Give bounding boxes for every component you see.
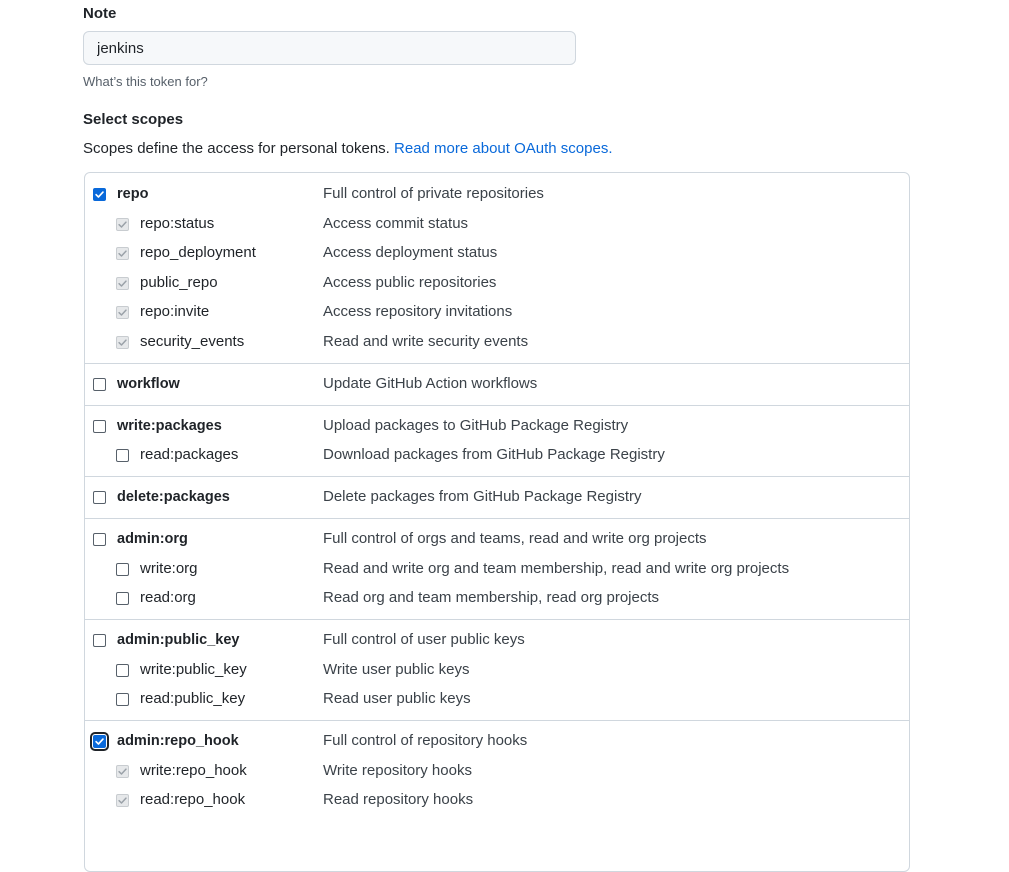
scope-description: Download packages from GitHub Package Re… (323, 446, 665, 463)
scope-name[interactable]: repo (117, 184, 148, 204)
scope-name[interactable]: write:public_key (140, 660, 247, 680)
scope-checkbox[interactable] (93, 188, 106, 201)
scopes-heading: Select scopes (83, 111, 184, 128)
scope-name[interactable]: delete:packages (117, 487, 230, 507)
scope-name[interactable]: workflow (117, 374, 180, 394)
sub-scope-row: write:org Read and write org and team mem… (85, 559, 909, 579)
scope-description: Read org and team membership, read org p… (323, 589, 660, 606)
scope-description: Write repository hooks (323, 761, 472, 779)
scope-description: Upload packages to GitHub Package Regist… (323, 416, 629, 434)
sub-scope-row: read:repo_hook Read repository hooks (85, 790, 909, 810)
scope-name[interactable]: public_repo (140, 273, 218, 293)
sub-scope-row: read:public_key Read user public keys (85, 689, 909, 709)
scope-checkbox (116, 276, 129, 290)
scope-description: Read and write security events (323, 332, 529, 350)
scope-checkbox[interactable] (93, 377, 106, 391)
scope-checkbox[interactable] (116, 693, 129, 706)
scope-description: Delete packages from GitHub Package Regi… (323, 488, 642, 505)
scope-group-divider (85, 518, 909, 519)
sub-scope-row: write:public_key Write user public keys (85, 660, 909, 680)
scope-group-divider (85, 619, 909, 620)
note-label: Note (83, 5, 117, 22)
scope-checkbox (116, 217, 129, 231)
scope-checkbox[interactable] (116, 562, 129, 576)
scope-checkbox (116, 794, 129, 807)
scope-row: delete:packages Delete packages from GitH… (85, 487, 909, 507)
scope-row: admin:repo_hook Full control of repositor… (85, 731, 909, 751)
scope-description: Update GitHub Action workflows (323, 374, 538, 392)
scope-group-divider (85, 476, 909, 477)
scopes-description-text: Scopes define the access for personal to… (83, 140, 390, 157)
scope-name[interactable]: read:public_key (140, 689, 245, 709)
scope-name[interactable]: read:packages (140, 445, 238, 465)
scope-row: admin:org Full control of orgs and teams,… (85, 529, 909, 549)
scope-description: Full control of repository hooks (323, 732, 528, 749)
scopes-description: Scopes define the access for personal to… (83, 139, 613, 159)
scope-name[interactable]: admin:repo_hook (117, 731, 239, 751)
scope-description: Access commit status (323, 214, 469, 232)
scope-row: workflow Update GitHub Action workflows (85, 374, 909, 394)
scope-description: Access public repositories (323, 273, 497, 291)
scope-group-divider (85, 404, 909, 406)
sub-scope-row: write:repo_hook Write repository hooks (85, 761, 909, 781)
oauth-scopes-link[interactable]: Read more about OAuth scopes. (394, 140, 612, 157)
sub-scope-row: repo_deployment Access deployment status (85, 243, 909, 263)
scope-name[interactable]: write:org (140, 559, 198, 579)
scope-description: Read user public keys (323, 690, 471, 707)
scope-name[interactable]: admin:org (117, 529, 188, 549)
scope-description: Read repository hooks (323, 791, 474, 808)
scope-row: repo Full control of private repositories (85, 184, 909, 204)
scope-checkbox[interactable] (93, 419, 106, 433)
scope-name[interactable]: read:org (140, 588, 196, 608)
scope-checkbox (116, 335, 129, 349)
scope-name[interactable]: read:repo_hook (140, 790, 245, 810)
scope-checkbox[interactable] (90, 732, 109, 751)
scope-description: Full control of orgs and teams, read and… (323, 530, 707, 547)
sub-scope-row: public_repo Access public repositories (85, 273, 909, 293)
scope-name[interactable]: repo:status (140, 214, 214, 234)
note-input[interactable] (83, 31, 576, 65)
sub-scope-row: repo:invite Access repository invitations (85, 302, 909, 322)
scope-row: admin:public_key Full control of user pub… (85, 630, 909, 650)
scope-checkbox (116, 764, 129, 778)
scope-description: Full control of private repositories (323, 185, 544, 202)
scope-checkbox[interactable] (116, 663, 129, 677)
scope-row: write:packages Upload packages to GitHub … (85, 416, 909, 436)
scope-checkbox[interactable] (116, 592, 129, 605)
scope-description: Read and write org and team membership, … (323, 559, 790, 577)
scope-table: repo Full control of private repositories… (84, 172, 910, 872)
sub-scope-row: read:packages Download packages from GitH… (85, 445, 909, 465)
scope-name[interactable]: admin:public_key (117, 630, 239, 650)
scope-checkbox[interactable] (93, 533, 106, 546)
sub-scope-row: repo:status Access commit status (85, 214, 909, 234)
scope-description: Write user public keys (323, 660, 470, 678)
sub-scope-row: read:org Read org and team membership, re… (85, 588, 909, 608)
sub-scope-row: security_events Read and write security e… (85, 332, 909, 352)
scope-name[interactable]: security_events (140, 332, 244, 352)
scope-group-divider (85, 720, 909, 721)
scope-name[interactable]: write:packages (117, 416, 222, 436)
scope-description: Access deployment status (323, 244, 498, 261)
scope-description: Full control of user public keys (323, 631, 525, 648)
scope-description: Access repository invitations (323, 303, 513, 320)
scope-checkbox[interactable] (93, 634, 106, 647)
scope-name[interactable]: repo:invite (140, 302, 209, 322)
scope-checkbox[interactable] (116, 449, 129, 462)
scope-name[interactable]: repo_deployment (140, 243, 256, 263)
scope-checkbox[interactable] (93, 491, 106, 504)
scope-name[interactable]: write:repo_hook (140, 761, 247, 781)
scope-checkbox (116, 306, 129, 319)
note-hint: What’s this token for? (83, 74, 208, 89)
scope-checkbox (116, 247, 129, 260)
scope-group-divider (85, 362, 909, 364)
